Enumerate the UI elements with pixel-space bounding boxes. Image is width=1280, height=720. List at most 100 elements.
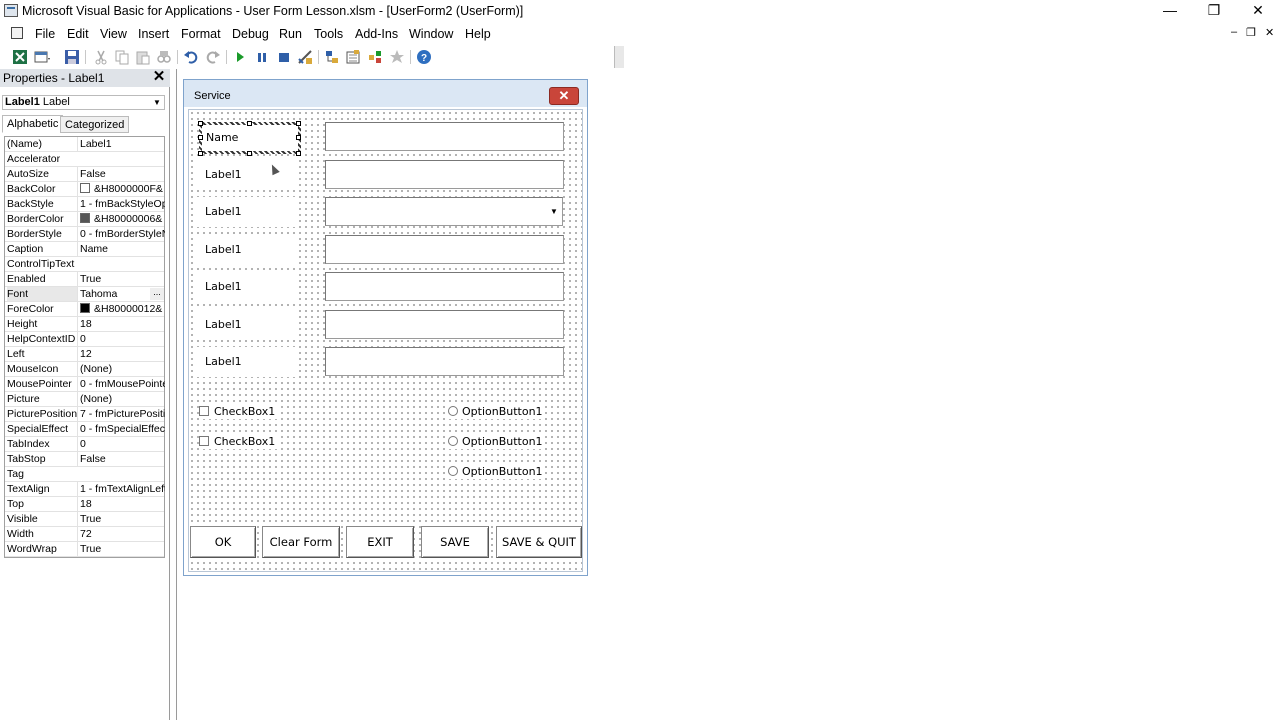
property-value[interactable]: &H80000006&	[77, 212, 165, 226]
property-value[interactable]: 0 - fmMousePointerDefault	[77, 377, 165, 391]
redo-icon[interactable]	[205, 49, 221, 65]
property-row[interactable]: SpecialEffect 0 - fmSpecialEffectFlat	[5, 422, 165, 437]
property-row[interactable]: Top 18	[5, 497, 164, 512]
form-label[interactable]: Label1	[197, 347, 297, 377]
combobox[interactable]: ▼	[325, 197, 563, 226]
property-row[interactable]: ForeColor &H80000012&	[5, 302, 164, 317]
object-selector[interactable]: Label1 Label ▼	[2, 95, 165, 110]
resize-handle[interactable]	[198, 135, 203, 140]
save-and-quit-button[interactable]: SAVE & QUIT	[496, 526, 582, 558]
resize-handle[interactable]	[198, 151, 203, 156]
menu-tools[interactable]: Tools	[314, 27, 343, 41]
mdi-close-button[interactable]: ✕	[1265, 26, 1274, 39]
property-row[interactable]: BackColor &H8000000F&	[5, 182, 164, 197]
property-row[interactable]: HelpContextID 0	[5, 332, 164, 347]
menu-debug[interactable]: Debug	[232, 27, 269, 41]
property-row[interactable]: Enabled True	[5, 272, 164, 287]
properties-close-icon[interactable]: ✕	[151, 69, 167, 85]
tab-alphabetic[interactable]: Alphabetic	[2, 115, 64, 133]
design-mode-icon[interactable]	[297, 49, 313, 65]
properties-window-icon[interactable]	[345, 49, 361, 65]
property-value[interactable]: 0	[77, 437, 165, 451]
help-icon[interactable]: ?	[416, 49, 432, 65]
document-icon[interactable]	[11, 27, 23, 39]
property-value[interactable]: Tahoma...	[77, 287, 165, 301]
property-value[interactable]: True	[77, 542, 165, 556]
menu-format[interactable]: Format	[181, 27, 221, 41]
resize-handle[interactable]	[296, 135, 301, 140]
checkbox-box[interactable]	[199, 406, 209, 416]
property-row[interactable]: Tag	[5, 467, 164, 482]
property-row[interactable]: Height 18	[5, 317, 164, 332]
restore-button[interactable]: ❐	[1192, 0, 1236, 22]
property-row[interactable]: MouseIcon (None)	[5, 362, 164, 377]
textbox[interactable]	[325, 310, 564, 339]
property-value[interactable]: False	[77, 452, 165, 466]
property-value[interactable]: True	[77, 512, 165, 526]
option-button[interactable]: OptionButton1	[448, 405, 543, 419]
property-row[interactable]: Width 72	[5, 527, 164, 542]
property-row[interactable]: TabIndex 0	[5, 437, 164, 452]
chevron-down-icon[interactable]: ▼	[547, 199, 561, 224]
property-row[interactable]: Font Tahoma...	[5, 287, 164, 302]
property-value[interactable]: (None)	[77, 392, 165, 406]
radio-circle[interactable]	[448, 466, 458, 476]
paste-icon[interactable]	[135, 49, 151, 65]
label-name-selected[interactable]: Name	[199, 122, 301, 154]
close-button[interactable]: ✕	[1236, 0, 1280, 22]
property-row[interactable]: BackStyle 1 - fmBackStyleOpaque	[5, 197, 165, 212]
property-value[interactable]: Name	[77, 242, 165, 256]
menu-run[interactable]: Run	[279, 27, 302, 41]
property-value[interactable]: False	[77, 167, 165, 181]
form-label[interactable]: Label1	[197, 272, 297, 302]
toolbox-icon[interactable]	[389, 49, 405, 65]
minimize-button[interactable]: —	[1148, 0, 1192, 22]
object-browser-icon[interactable]	[367, 49, 383, 65]
property-value[interactable]: Label1	[77, 137, 165, 151]
textbox[interactable]	[325, 160, 564, 189]
menu-add-ins[interactable]: Add-Ins	[355, 27, 398, 41]
ok-button[interactable]: OK	[190, 526, 256, 558]
textbox[interactable]	[325, 272, 564, 301]
property-row[interactable]: BorderStyle 0 - fmBorderStyleNone	[5, 227, 165, 242]
option-button[interactable]: OptionButton1	[448, 465, 543, 479]
property-row[interactable]: Accelerator	[5, 152, 164, 167]
checkbox[interactable]: CheckBox1	[199, 405, 279, 419]
checkbox[interactable]: CheckBox1	[199, 435, 279, 449]
form-label[interactable]: Label1	[197, 160, 297, 190]
copy-icon[interactable]	[114, 49, 130, 65]
resize-handle[interactable]	[296, 121, 301, 126]
property-value[interactable]: 0 - fmSpecialEffectFlat	[77, 422, 165, 436]
menu-edit[interactable]: Edit	[67, 27, 89, 41]
break-icon[interactable]	[254, 49, 270, 65]
ellipsis-button[interactable]: ...	[150, 288, 164, 300]
property-row[interactable]: Visible True	[5, 512, 164, 527]
property-value[interactable]: 1 - fmTextAlignLeft	[77, 482, 165, 496]
textbox[interactable]	[325, 347, 564, 376]
insert-userform-icon[interactable]	[34, 49, 50, 65]
resize-handle[interactable]	[247, 151, 252, 156]
menu-window[interactable]: Window	[409, 27, 453, 41]
property-value[interactable]: 12	[77, 347, 165, 361]
menu-help[interactable]: Help	[465, 27, 491, 41]
property-value[interactable]: &H80000012&	[77, 302, 165, 316]
cut-icon[interactable]	[93, 49, 109, 65]
clear-form-button[interactable]: Clear Form	[262, 526, 340, 558]
resize-handle[interactable]	[296, 151, 301, 156]
property-value[interactable]: 72	[77, 527, 165, 541]
property-value[interactable]: 0 - fmBorderStyleNone	[77, 227, 165, 241]
menu-view[interactable]: View	[100, 27, 127, 41]
resize-handle[interactable]	[247, 121, 252, 126]
property-row[interactable]: TextAlign 1 - fmTextAlignLeft	[5, 482, 165, 497]
property-value[interactable]: 7 - fmPicturePositionAboveCenter	[77, 407, 165, 421]
property-row[interactable]: PicturePosition7 - fmPicturePositionAbov…	[5, 407, 165, 422]
save-button[interactable]: SAVE	[421, 526, 489, 558]
property-row[interactable]: BorderColor &H80000006&	[5, 212, 164, 227]
radio-circle[interactable]	[448, 406, 458, 416]
resize-handle[interactable]	[198, 121, 203, 126]
form-label[interactable]: Label1	[197, 197, 297, 227]
run-icon[interactable]	[232, 49, 248, 65]
property-value[interactable]: True	[77, 272, 165, 286]
excel-icon[interactable]	[12, 49, 28, 65]
checkbox-box[interactable]	[199, 436, 209, 446]
